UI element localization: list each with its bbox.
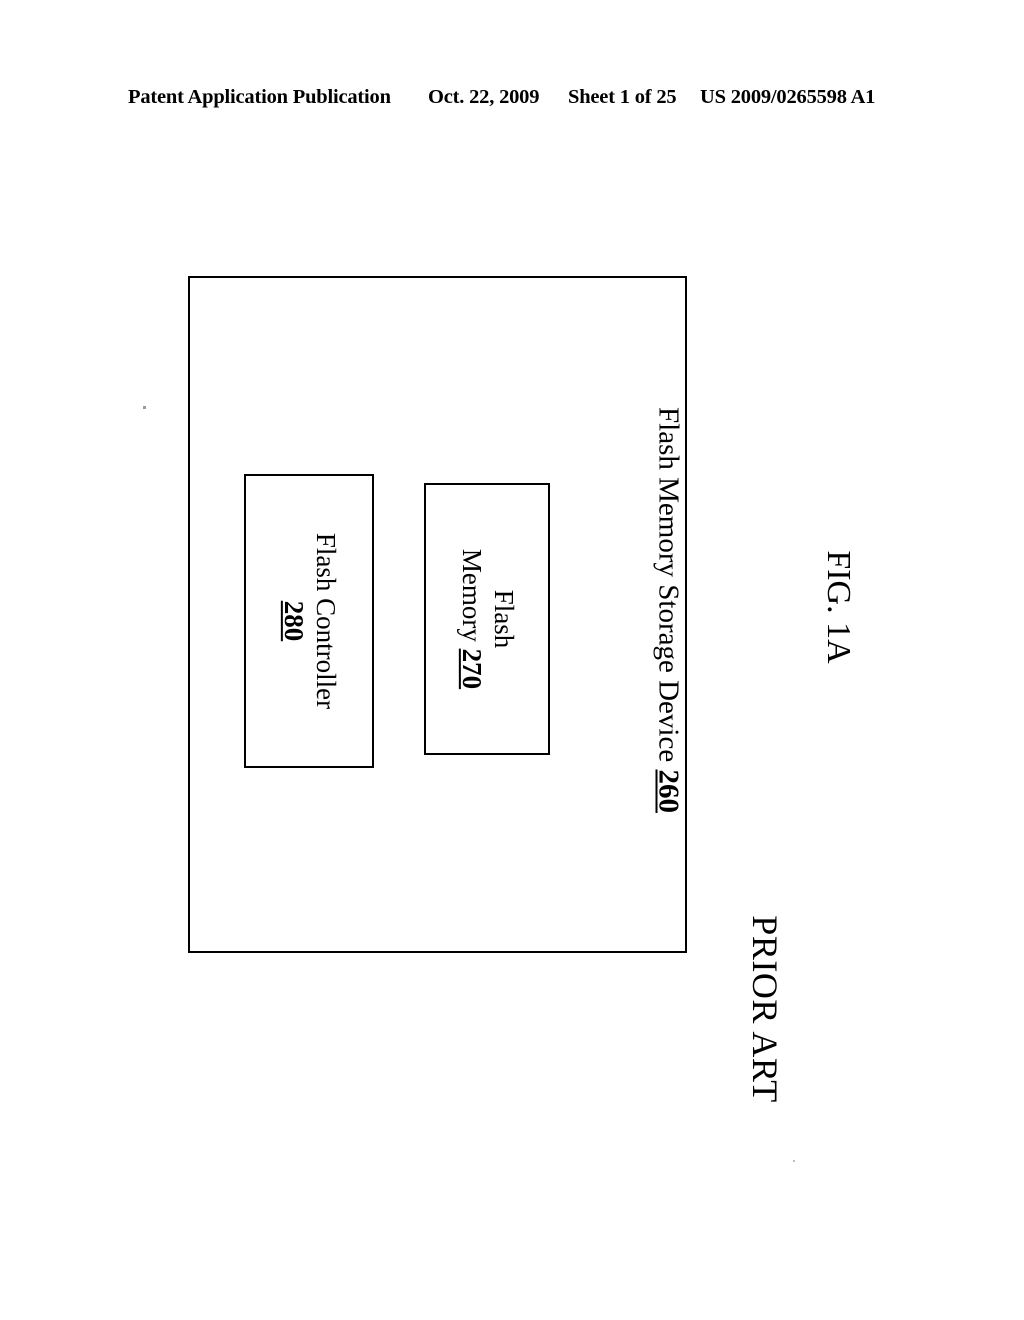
flash-controller-block: Flash Controller 280 (244, 474, 374, 768)
prior-art-caption: PRIOR ART (745, 915, 785, 1103)
flash-memory-storage-device-reference-numeral: 260 (652, 769, 685, 813)
figure-drawing-area: Flash Controller 280 Flash Memory 270 Fl… (0, 0, 1024, 1320)
flash-memory-reference-numeral: 270 (457, 648, 487, 690)
flash-controller-reference-numeral: 280 (279, 600, 309, 642)
scan-artifact-speck (143, 406, 146, 409)
figure-number-label: FIG. 1A (820, 550, 857, 664)
flash-memory-block-label: Flash Memory 270 (455, 549, 519, 689)
scan-artifact-speck-secondary (793, 1160, 795, 1162)
flash-controller-block-label: Flash Controller 280 (277, 533, 341, 709)
flash-memory-storage-device-label-text: Flash Memory Storage Device (652, 407, 685, 763)
flash-memory-block: Flash Memory 270 (424, 483, 550, 755)
flash-memory-label-line2: Memory (457, 548, 487, 642)
patent-figure-page: Patent Application Publication Oct. 22, … (0, 0, 1024, 1320)
flash-memory-label-line1: Flash (488, 589, 519, 649)
flash-controller-label-text: Flash Controller (310, 532, 341, 710)
flash-memory-storage-device-box: Flash Controller 280 Flash Memory 270 (188, 276, 687, 953)
flash-memory-storage-device-label: Flash Memory Storage Device 260 (652, 407, 685, 813)
